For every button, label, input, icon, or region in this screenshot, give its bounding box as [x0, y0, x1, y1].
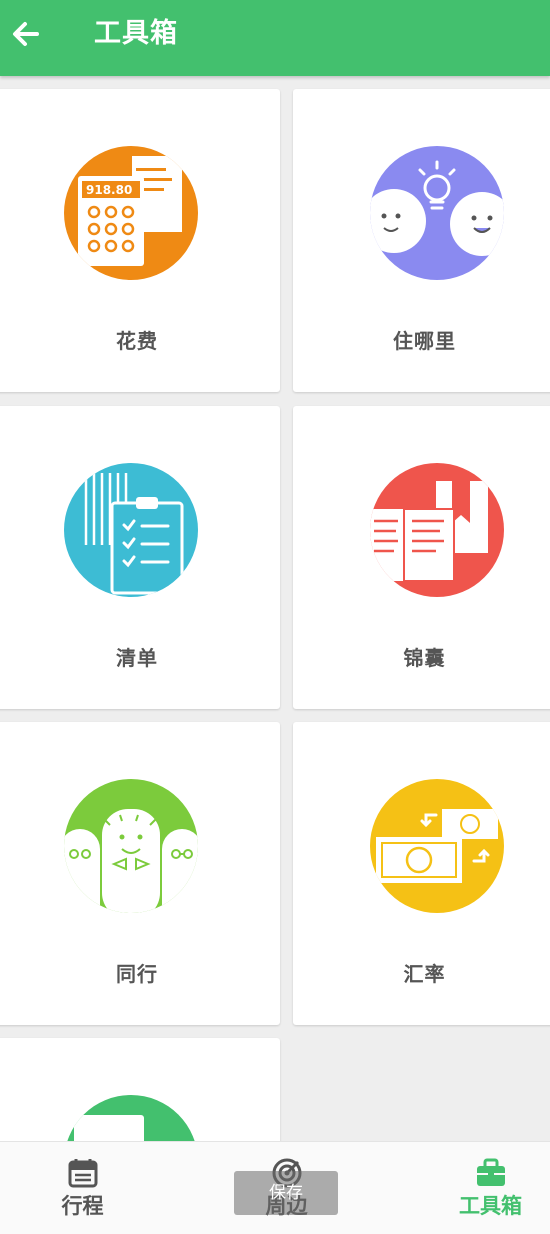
tool-card-exchange-rate[interactable]: 汇率: [293, 722, 550, 1025]
tool-card-checklist[interactable]: 清单: [0, 406, 280, 709]
tool-label: 汇率: [403, 962, 446, 986]
open-book-icon: [370, 463, 504, 597]
tool-label: 同行: [116, 962, 158, 986]
toast-message: 保存: [234, 1171, 338, 1215]
top-app-bar: 工具箱: [0, 0, 550, 76]
clipboard-checklist-icon: [64, 463, 198, 597]
tool-card-expenses[interactable]: 918.80 花费: [0, 89, 280, 392]
toolbox-icon: [476, 1158, 505, 1186]
arrow-left-icon[interactable]: [6, 14, 46, 54]
currency-exchange-icon: [370, 779, 504, 913]
tool-card-companions[interactable]: 同行: [0, 722, 280, 1025]
nav-item-itinerary[interactable]: 行程: [0, 1142, 174, 1234]
lightbulb-faces-icon: [370, 146, 504, 280]
calendar-icon: [68, 1159, 97, 1188]
page-title: 工具箱: [94, 18, 178, 49]
tool-label: 花费: [116, 329, 158, 353]
nav-label: 行程: [61, 1194, 104, 1218]
calculator-display: 918.80: [86, 183, 132, 197]
tool-label: 锦囊: [403, 646, 446, 670]
nav-label: 工具箱: [459, 1194, 522, 1218]
nav-item-toolbox[interactable]: 工具箱: [399, 1142, 550, 1234]
tool-card-tips[interactable]: 锦囊: [293, 406, 550, 709]
tool-card-accommodation[interactable]: 住哪里: [293, 89, 550, 392]
companions-icon: [64, 779, 198, 913]
tool-label: 住哪里: [393, 329, 456, 353]
calculator-receipt-icon: 918.80: [64, 146, 198, 280]
tool-label: 清单: [116, 646, 158, 670]
